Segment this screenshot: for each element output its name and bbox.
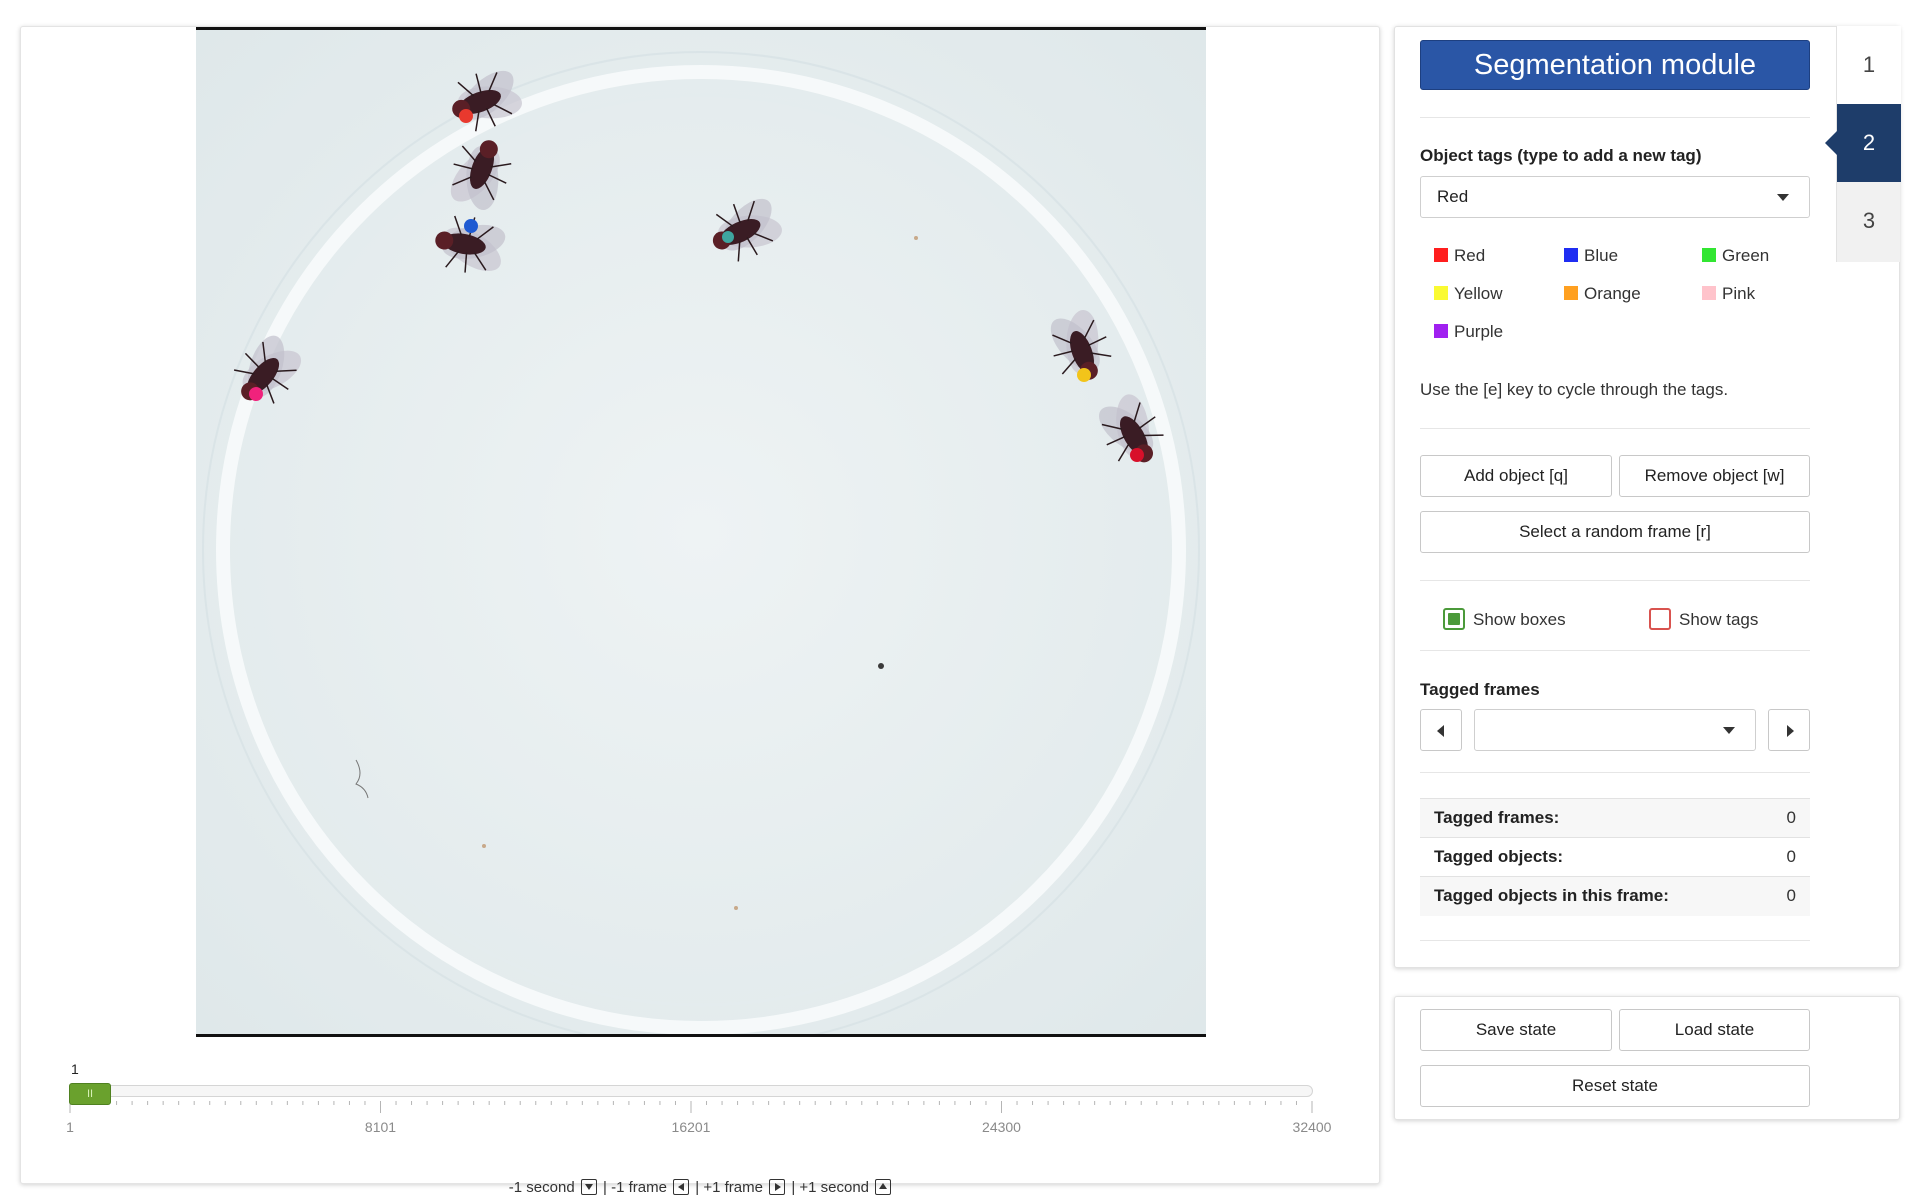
- show-boxes-checkbox[interactable]: [1443, 608, 1465, 630]
- stat-value: 0: [1761, 876, 1810, 916]
- arrow-left-key-icon: [673, 1179, 690, 1195]
- tag-green[interactable]: Green: [1702, 246, 1769, 266]
- divider: [1420, 428, 1810, 429]
- plus-frame-label: | +1 frame: [695, 1179, 763, 1196]
- reset-state-button[interactable]: Reset state: [1420, 1065, 1810, 1107]
- yellow-swatch: [1434, 286, 1448, 300]
- module-tabs: 1 2 3: [1825, 26, 1901, 262]
- tag-label: Pink: [1722, 284, 1756, 303]
- tick-label: 16201: [671, 1119, 711, 1135]
- arrow-down-key-icon: [580, 1179, 597, 1195]
- tag-yellow[interactable]: Yellow: [1434, 284, 1503, 304]
- random-frame-button[interactable]: Select a random frame [r]: [1420, 511, 1810, 553]
- chevron-down-icon: [1777, 194, 1789, 201]
- orange-swatch: [1564, 286, 1578, 300]
- tick-label: 24300: [982, 1119, 1021, 1135]
- tag-red[interactable]: Red: [1434, 246, 1485, 266]
- divider: [1420, 940, 1810, 941]
- tick-label: 8101: [364, 1119, 397, 1135]
- current-frame-label: 1: [71, 1061, 79, 1077]
- tag-blue[interactable]: Blue: [1564, 246, 1618, 266]
- tick-label: 1: [66, 1119, 74, 1135]
- table-row: Tagged objects: 0: [1420, 837, 1810, 877]
- stat-label: Tagged frames:: [1420, 798, 1762, 838]
- tagged-frames-label: Tagged frames: [1420, 680, 1540, 699]
- frame-slider-handle[interactable]: II: [69, 1083, 111, 1105]
- plus-second-label: | +1 second: [791, 1179, 870, 1196]
- arena-image: [196, 30, 1206, 1034]
- show-tags-toggle[interactable]: Show tags: [1649, 608, 1758, 630]
- cycle-tags-hint: Use the [e] key to cycle through the tag…: [1420, 380, 1729, 399]
- frame-slider-track[interactable]: [69, 1085, 1313, 1097]
- divider: [1420, 117, 1810, 118]
- tab-1[interactable]: 1: [1837, 26, 1901, 104]
- red-swatch: [1434, 248, 1448, 262]
- stat-label: Tagged objects:: [1420, 837, 1762, 877]
- tagged-frames-select[interactable]: [1474, 709, 1756, 751]
- chevron-down-icon: [1723, 727, 1735, 734]
- tag-orange[interactable]: Orange: [1564, 284, 1641, 304]
- show-tags-checkbox[interactable]: [1649, 608, 1671, 630]
- tag-label: Purple: [1454, 322, 1504, 341]
- stat-value: 0: [1761, 798, 1810, 838]
- tag-label: Green: [1722, 246, 1770, 265]
- next-tagged-frame-button[interactable]: [1768, 709, 1810, 751]
- previous-tagged-frame-button[interactable]: [1420, 709, 1462, 751]
- object-tags-label: Object tags (type to add a new tag): [1420, 146, 1702, 165]
- minus-second-label: -1 second: [508, 1179, 575, 1196]
- tag-label: Red: [1454, 246, 1486, 265]
- object-tag-select[interactable]: Red: [1420, 176, 1810, 218]
- green-swatch: [1702, 248, 1716, 262]
- tag-label: Orange: [1584, 284, 1641, 303]
- tab-2[interactable]: 2: [1825, 104, 1901, 182]
- stats-table: Tagged frames: 0 Tagged objects: 0 Tagge…: [1420, 798, 1810, 916]
- add-object-button[interactable]: Add object [q]: [1420, 455, 1612, 497]
- module-title: Segmentation module: [1420, 40, 1810, 90]
- divider: [1420, 580, 1810, 581]
- selected-tag: Red: [1437, 187, 1469, 206]
- tab-3[interactable]: 3: [1837, 182, 1901, 260]
- blue-swatch: [1564, 248, 1578, 262]
- table-row: Tagged frames: 0: [1420, 798, 1810, 838]
- tag-pink[interactable]: Pink: [1702, 284, 1755, 304]
- divider: [1420, 650, 1810, 651]
- tag-label: Yellow: [1454, 284, 1503, 303]
- navigation-hint: -1 second | -1 frame | +1 frame | +1 sec…: [21, 1179, 1381, 1196]
- video-frame[interactable]: [196, 27, 1206, 1037]
- show-boxes-label: Show boxes: [1473, 610, 1566, 629]
- tag-label: Blue: [1584, 246, 1619, 265]
- show-boxes-toggle[interactable]: Show boxes: [1443, 608, 1566, 630]
- tick-label: 32400: [1292, 1119, 1332, 1135]
- minus-frame-label: | -1 frame: [603, 1179, 667, 1196]
- arrow-up-key-icon: [875, 1179, 892, 1195]
- arrow-right-key-icon: [769, 1179, 786, 1195]
- save-state-button[interactable]: Save state: [1420, 1009, 1612, 1051]
- table-row: Tagged objects in this frame: 0: [1420, 876, 1810, 916]
- load-state-button[interactable]: Load state: [1619, 1009, 1810, 1051]
- pink-swatch: [1702, 286, 1716, 300]
- divider: [1420, 772, 1810, 773]
- purple-swatch: [1434, 324, 1448, 338]
- video-panel: 1 II 1 8101 16201 24300 32400 -1 second | -1…: [20, 26, 1380, 1196]
- show-tags-label: Show tags: [1679, 610, 1759, 629]
- tag-purple[interactable]: Purple: [1434, 322, 1503, 342]
- stat-label: Tagged objects in this frame:: [1420, 876, 1762, 916]
- remove-object-button[interactable]: Remove object [w]: [1619, 455, 1810, 497]
- stat-value: 0: [1761, 837, 1810, 877]
